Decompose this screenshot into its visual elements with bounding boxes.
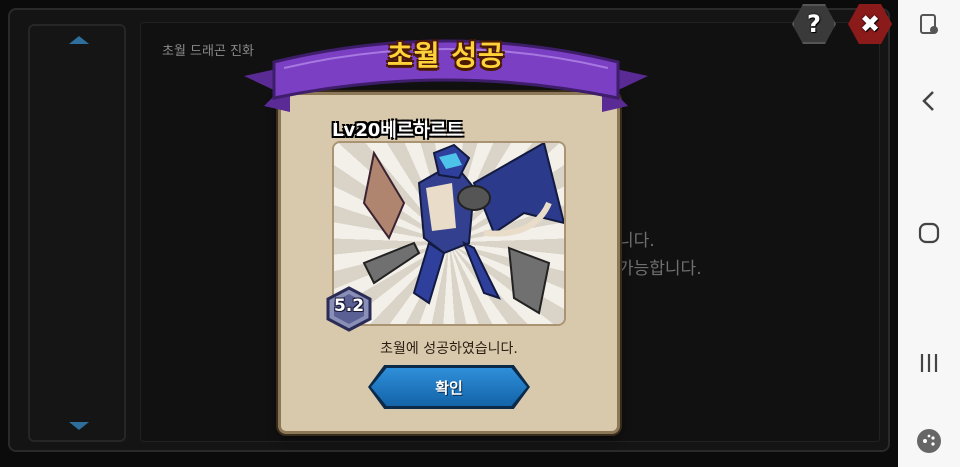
background-text-line-1: 니다. <box>618 231 655 251</box>
character-name: Lv20베르하르트 <box>332 120 464 141</box>
scroll-up-icon[interactable] <box>69 36 89 44</box>
confirm-button[interactable]: 확인 <box>371 368 527 406</box>
dragon-list-panel[interactable] <box>28 24 126 442</box>
home-icon[interactable] <box>898 218 960 248</box>
game-launcher-icon[interactable] <box>898 426 960 456</box>
screenshot-icon[interactable] <box>898 10 960 40</box>
grade-value: 5.2 <box>333 296 365 316</box>
android-navigation-bar <box>898 0 960 467</box>
recent-apps-icon[interactable] <box>898 348 960 378</box>
question-mark-icon: ? <box>807 10 821 38</box>
scroll-down-icon[interactable] <box>69 422 89 430</box>
result-message: 초월에 성공하였습니다. <box>380 341 518 357</box>
background-heading: 초월 드래곤 진화 <box>162 44 254 59</box>
game-screen: 초월 드래곤 진화 니다. 가능합니다. ? ✖ 초월 성공 Lv20베르하르트 <box>0 0 898 467</box>
confirm-button-label: 확인 <box>435 378 463 397</box>
close-icon: ✖ <box>859 10 881 38</box>
back-icon[interactable] <box>898 86 960 116</box>
dialog-title: 초월 성공 <box>387 39 505 72</box>
background-text-line-2: 가능합니다. <box>618 259 702 279</box>
